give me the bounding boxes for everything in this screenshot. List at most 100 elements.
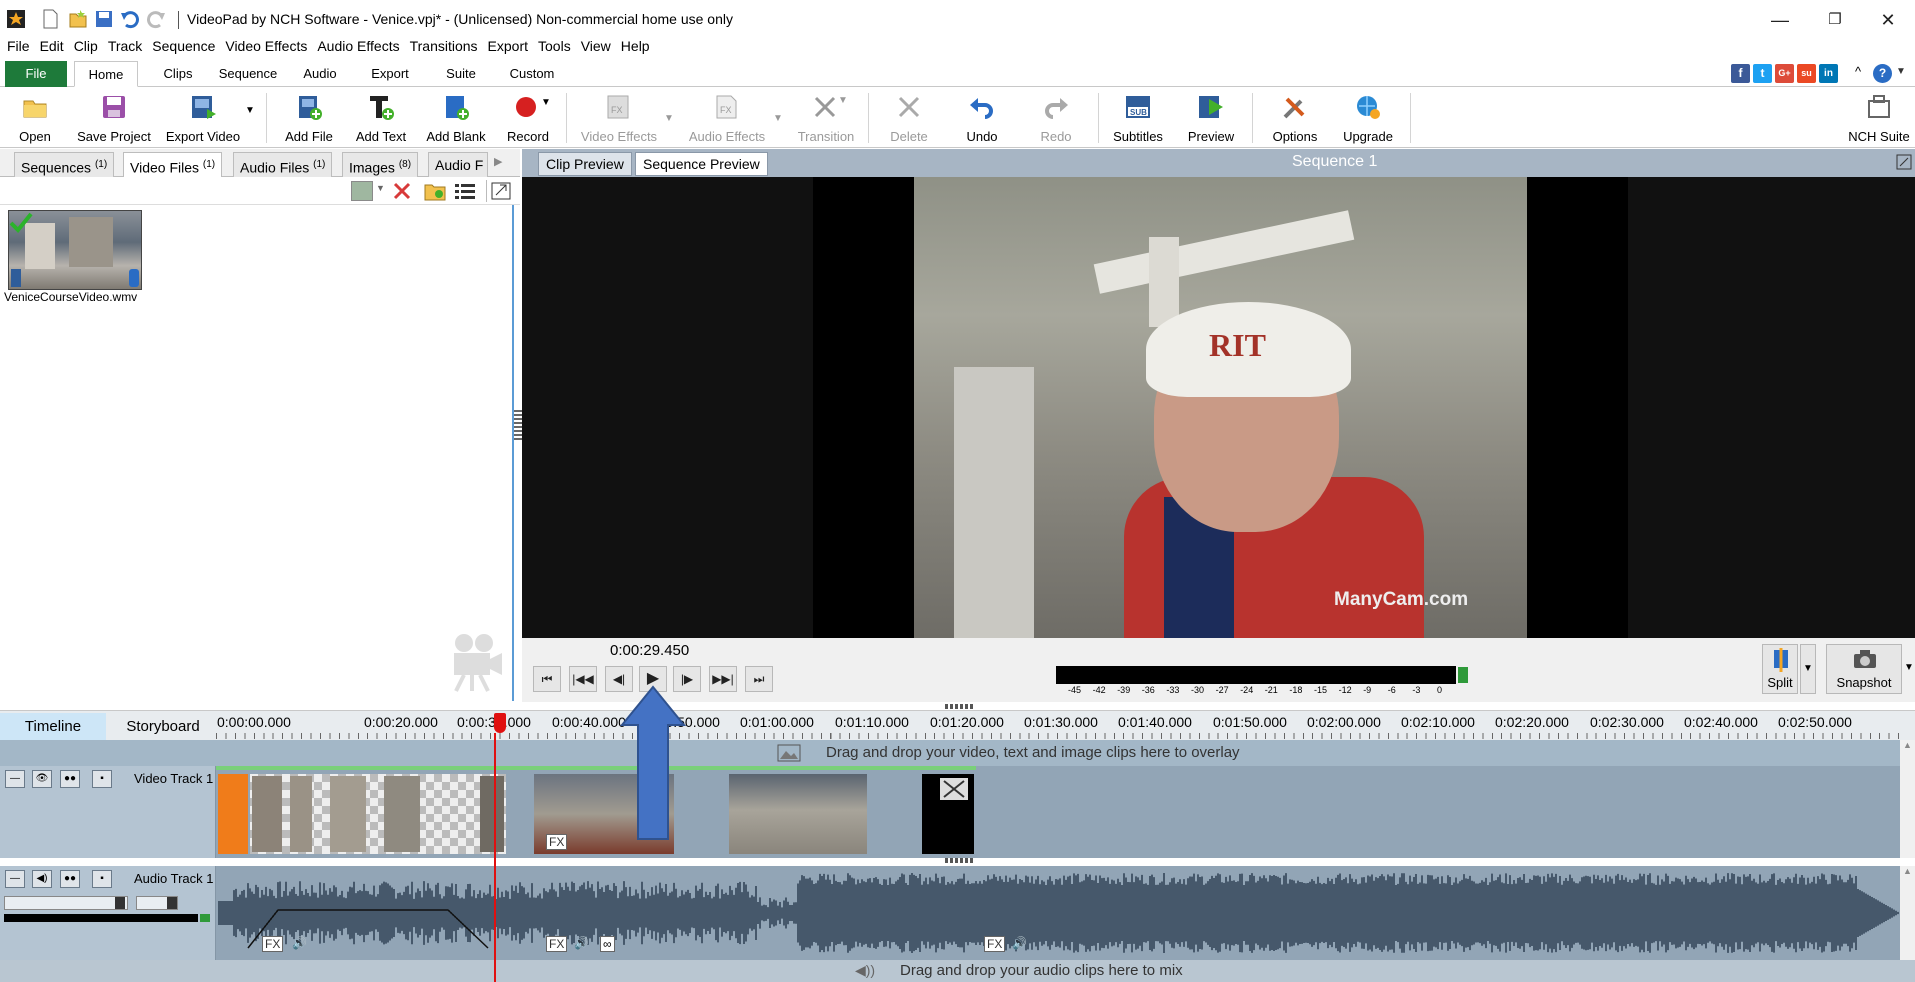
lock-track-icon[interactable]: ▪ [92, 870, 112, 888]
tab-storyboard[interactable]: Storyboard [110, 713, 216, 741]
speaker-mute-icon[interactable]: ◀) [32, 870, 52, 888]
slider-thumb[interactable] [115, 897, 125, 909]
export-video-button[interactable]: Export Video [160, 87, 246, 147]
record-dropdown-icon[interactable]: ▼ [541, 97, 551, 108]
go-to-end-button[interactable]: ⏭ [745, 666, 773, 692]
collapse-ribbon-icon[interactable]: ^ [1855, 64, 1861, 79]
facebook-icon[interactable]: f [1731, 64, 1750, 83]
remove-file-icon[interactable] [392, 181, 412, 201]
menu-view[interactable]: View [576, 34, 616, 58]
undo-quick-icon[interactable] [120, 9, 140, 29]
snapshot-dropdown-icon[interactable]: ▼ [1904, 644, 1915, 694]
fx-badge[interactable]: FX [984, 936, 1006, 952]
delete-button[interactable]: Delete [878, 87, 940, 147]
redo-quick-icon[interactable] [146, 9, 166, 29]
volume-icon[interactable]: 🔊 [292, 936, 307, 950]
scroll-up-icon[interactable]: ▲ [1900, 866, 1915, 876]
volume-icon[interactable]: 🔊 [1012, 936, 1027, 950]
overlay-drop-zone[interactable]: Drag and drop your video, text and image… [0, 740, 1900, 766]
link-icon[interactable]: ∞ [600, 936, 615, 952]
lock-track-icon[interactable]: ▪ [92, 770, 112, 788]
audio-drop-zone[interactable]: ◀)) Drag and drop your audio clips here … [0, 960, 1915, 982]
menu-help[interactable]: Help [616, 34, 655, 58]
tab-home[interactable]: Home [74, 61, 138, 87]
video-clip-2[interactable] [729, 774, 867, 854]
new-folder-icon[interactable] [424, 181, 446, 201]
transition-button[interactable]: Transition [790, 87, 862, 147]
tab-sequence[interactable]: Sequence [212, 61, 284, 87]
new-project-icon[interactable] [40, 9, 60, 29]
timeline-splitter-grip[interactable] [945, 704, 975, 709]
scroll-tabs-right-icon[interactable]: ▶ [494, 155, 502, 168]
slider-thumb[interactable] [167, 897, 177, 909]
add-text-button[interactable]: Add Text [348, 87, 414, 147]
pan-slider[interactable] [136, 896, 178, 910]
volume-slider[interactable] [4, 896, 128, 910]
video-scrollbar[interactable]: ▲ [1900, 740, 1915, 858]
previous-clip-button[interactable]: |◀◀ [569, 666, 597, 692]
menu-file[interactable]: File [2, 34, 35, 58]
record-button[interactable]: Record [498, 87, 558, 147]
undock-preview-icon[interactable] [1896, 154, 1912, 170]
tab-images[interactable]: Images (8) [342, 152, 419, 177]
tab-clips[interactable]: Clips [154, 61, 202, 87]
audio-scrollbar[interactable]: ▲ [1900, 866, 1915, 960]
tab-sequences[interactable]: Sequences (1) [14, 152, 115, 177]
save-icon[interactable] [94, 9, 114, 29]
eye-visibility-icon[interactable]: 👁 [32, 770, 52, 788]
video-effects-dropdown-icon[interactable]: ▼ [664, 113, 674, 124]
next-clip-button[interactable]: ▶▶| [709, 666, 737, 692]
undo-button[interactable]: Undo [952, 87, 1012, 147]
tab-custom[interactable]: Custom [500, 61, 564, 87]
audio-effects-button[interactable]: FX Audio Effects [680, 87, 774, 147]
volume-icon[interactable]: 🔊 [574, 936, 589, 950]
image-clips-group[interactable] [250, 774, 506, 854]
tab-timeline[interactable]: Timeline [0, 713, 106, 741]
twitter-icon[interactable]: t [1753, 64, 1772, 83]
menu-track[interactable]: Track [103, 34, 147, 58]
blank-clip[interactable] [218, 774, 248, 854]
tab-export[interactable]: Export [360, 61, 420, 87]
help-icon[interactable]: ? [1873, 64, 1892, 83]
options-button[interactable]: Options [1264, 87, 1326, 147]
playhead-handle[interactable] [494, 713, 506, 733]
menu-video-effects[interactable]: Video Effects [220, 34, 312, 58]
linkedin-icon[interactable]: in [1819, 64, 1838, 83]
nch-suite-button[interactable]: NCH Suite [1846, 87, 1912, 147]
audio-effects-dropdown-icon[interactable]: ▼ [773, 113, 783, 124]
subtitles-button[interactable]: SUB Subtitles [1106, 87, 1170, 147]
image-clip[interactable] [480, 776, 504, 852]
fx-badge[interactable]: FX [262, 936, 284, 952]
tab-sequence-preview[interactable]: Sequence Preview [635, 152, 768, 176]
menu-sequence[interactable]: Sequence [147, 34, 220, 58]
menu-transitions[interactable]: Transitions [405, 34, 483, 58]
video-clip-3[interactable] [922, 774, 974, 854]
export-dropdown-icon[interactable]: ▼ [245, 105, 255, 116]
image-clip[interactable] [384, 776, 420, 852]
save-project-button[interactable]: Save Project [72, 87, 156, 147]
image-clip[interactable] [290, 776, 312, 852]
add-blank-button[interactable]: Add Blank [420, 87, 492, 147]
panel-splitter-grip[interactable] [514, 410, 522, 440]
close-button[interactable]: ✕ [1865, 4, 1911, 36]
track-splitter-grip[interactable] [945, 858, 975, 863]
fx-badge[interactable]: FX [546, 936, 568, 952]
upgrade-button[interactable]: Upgrade [1336, 87, 1400, 147]
go-to-start-button[interactable]: ⏮ [533, 666, 561, 692]
split-dropdown-button[interactable]: ▼ [1800, 644, 1816, 694]
open-project-icon[interactable] [68, 9, 88, 29]
menu-edit[interactable]: Edit [35, 34, 69, 58]
video-file-thumbnail[interactable] [8, 210, 142, 290]
add-to-sequence-icon[interactable] [351, 181, 373, 201]
tab-file[interactable]: File [5, 61, 67, 87]
open-button[interactable]: Open [4, 87, 66, 147]
image-clip[interactable] [252, 776, 282, 852]
playhead-line[interactable] [494, 733, 496, 982]
undock-panel-icon[interactable] [490, 181, 512, 201]
track-people-icon[interactable]: ●● [60, 870, 80, 888]
tab-audio[interactable]: Audio [295, 61, 345, 87]
split-button[interactable]: Split [1762, 644, 1798, 694]
image-clip[interactable] [330, 776, 366, 852]
menu-clip[interactable]: Clip [69, 34, 103, 58]
stumbleupon-icon[interactable]: su [1797, 64, 1816, 83]
